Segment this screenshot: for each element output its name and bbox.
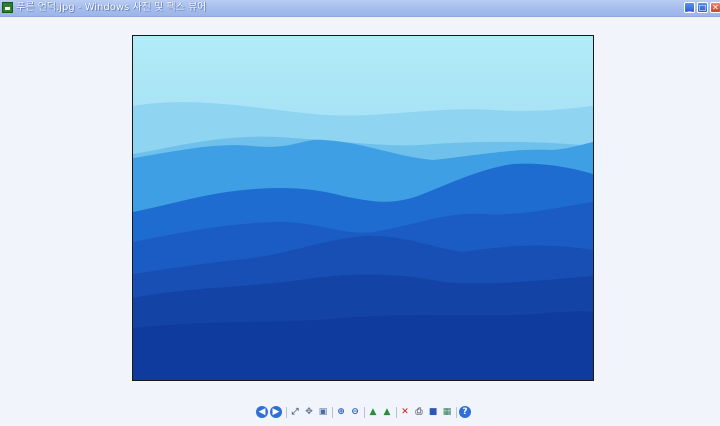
- next-image-button[interactable]: ▶: [270, 406, 282, 418]
- zoom-in-button[interactable]: ⊕: [335, 406, 347, 418]
- maximize-button[interactable]: □: [697, 2, 708, 13]
- rotate-counterclockwise-button[interactable]: ▲: [381, 406, 393, 418]
- open-for-editing-button[interactable]: ▦: [441, 406, 453, 418]
- viewer-toolbar: ◀ ▶ ⤢ ✥ ▣ ⊕ ⊖ ▲ ▲ ✕ ⎙ ■ ▦ ?: [256, 406, 476, 420]
- toolbar-separator: [332, 407, 333, 418]
- minimize-button[interactable]: _: [684, 2, 695, 13]
- toolbar-separator: [456, 407, 457, 418]
- print-button[interactable]: ⎙: [413, 406, 425, 418]
- title-bar[interactable]: 푸른 언덕.jpg - Windows 사진 및 팩스 뷰어 _ □ ✕: [0, 0, 720, 17]
- previous-image-button[interactable]: ◀: [256, 406, 268, 418]
- toolbar-separator: [364, 407, 365, 418]
- help-button[interactable]: ?: [459, 406, 471, 418]
- displayed-photo: [132, 35, 594, 381]
- image-viewer-area: ◀ ▶ ⤢ ✥ ▣ ⊕ ⊖ ▲ ▲ ✕ ⎙ ■ ▦ ?: [0, 17, 720, 426]
- window-title: 푸른 언덕.jpg - Windows 사진 및 팩스 뷰어: [16, 2, 207, 13]
- photo-hills: [133, 36, 593, 380]
- app-icon[interactable]: [2, 2, 13, 13]
- close-button[interactable]: ✕: [710, 2, 720, 13]
- save-button[interactable]: ■: [427, 406, 439, 418]
- toolbar-separator: [286, 407, 287, 418]
- best-fit-button[interactable]: ⤢: [289, 406, 301, 418]
- rotate-clockwise-button[interactable]: ▲: [367, 406, 379, 418]
- delete-button[interactable]: ✕: [399, 406, 411, 418]
- slideshow-button[interactable]: ▣: [317, 406, 329, 418]
- zoom-out-button[interactable]: ⊖: [349, 406, 361, 418]
- actual-size-button[interactable]: ✥: [303, 406, 315, 418]
- toolbar-separator: [396, 407, 397, 418]
